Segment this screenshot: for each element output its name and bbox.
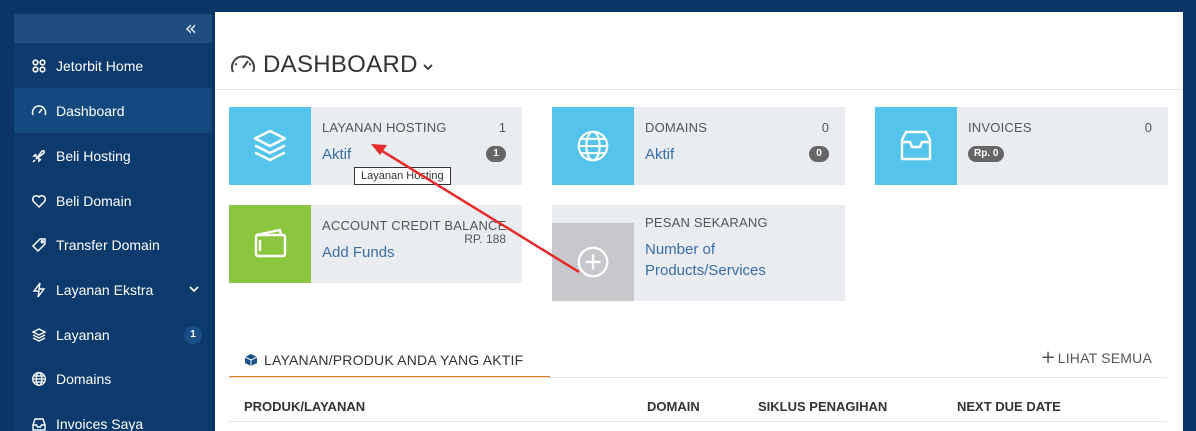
chevron-down-icon [423,64,433,71]
title-divider [215,89,1183,90]
speedometer-icon [231,55,255,73]
sidebar-item-layanan[interactable]: Layanan 1 [14,312,212,357]
column-header-billing-cycle[interactable]: SIKLUS PENAGIHAN [758,399,887,414]
sidebar-item-beli-hosting[interactable]: Beli Hosting [14,133,212,178]
status-badge: 0 [809,146,829,162]
globe-icon [31,371,47,387]
double-chevron-left-icon: « [184,16,197,40]
tile-invoices[interactable]: INVOICES 0 Rp. 0 [875,107,1168,185]
aktif-link[interactable]: Aktif [322,146,351,163]
globe-icon [552,107,634,185]
plus-icon: + [1040,347,1056,368]
column-header-next-due-date[interactable]: NEXT DUE DATE [957,399,1061,414]
layers-icon [31,327,47,343]
column-header-product[interactable]: PRODUK/LAYANAN [244,399,365,414]
page-title[interactable]: DASHBOARD [229,50,434,80]
sidebar-item-jetorbit-home[interactable]: Jetorbit Home [14,43,212,88]
inbox-icon [875,107,957,185]
tab-active-services[interactable]: LAYANAN/PRODUK ANDA YANG AKTIF [229,344,550,378]
sidebar-item-label: Transfer Domain [56,236,160,253]
sidebar-item-label: Beli Domain [56,192,132,209]
page-title-text: DASHBOARD [263,51,418,78]
tile-count: 0 [821,120,829,135]
tile-domains[interactable]: DOMAINS 0 Aktif 0 [552,107,845,185]
order-link-line1[interactable]: Number of [645,241,715,258]
see-all-link[interactable]: + LIHAT SEMUA [1040,347,1152,368]
plus-circle-icon [552,223,634,301]
sidebar-item-label: Layanan [56,326,110,343]
tile-title: INVOICES [968,120,1032,135]
order-link-line2[interactable]: Products/Services [645,262,766,279]
wallet-icon [229,205,311,283]
sidebar-item-label: Jetorbit Home [56,57,144,74]
sidebar-item-layanan-ekstra[interactable]: Layanan Ekstra [14,267,212,312]
credit-balance: RP. 188 [464,232,506,246]
inbox-icon [31,416,47,431]
count-badge: 1 [184,326,202,344]
sidebar-item-label: Domains [56,370,112,387]
rocket-icon [31,148,47,164]
tooltip: Layanan Hosting [354,167,451,185]
sidebar-collapse-button[interactable]: « [14,14,212,43]
tile-title: PESAN SEKARANG [645,215,768,230]
heart-icon [31,193,47,209]
section-divider [229,377,1167,378]
tile-title: LAYANAN HOSTING [322,120,447,135]
tile-count: 0 [1144,120,1152,135]
tile-title: DOMAINS [645,120,708,135]
tile-pesan-sekarang[interactable]: PESAN SEKARANG Number of Products/Servic… [552,205,845,301]
bolt-icon [31,282,47,298]
cube-icon [244,354,258,366]
speedometer-icon [31,103,47,119]
tile-account-credit[interactable]: ACCOUNT CREDIT BALANCE RP. 188 Add Funds [229,205,522,283]
sidebar-item-domains[interactable]: Domains [14,356,212,401]
amount-badge: Rp. 0 [968,146,1005,162]
sidebar-item-transfer-domain[interactable]: Transfer Domain [14,222,212,267]
sidebar-item-invoices-saya[interactable]: Invoices Saya [14,401,212,431]
main-content: DASHBOARD LAYANAN HOSTING 1 Aktif 1 DOMA… [215,12,1183,431]
tile-count: 1 [498,120,506,135]
sidebar-item-label: Beli Hosting [56,147,131,164]
chevron-down-icon [188,282,200,294]
sidebar-item-label: Layanan Ekstra [56,281,154,298]
cluster-icon [31,58,47,74]
sidebar-item-dashboard[interactable]: Dashboard [14,88,212,133]
sidebar-item-beli-domain[interactable]: Beli Domain [14,178,212,223]
sidebar-item-label: Dashboard [56,102,125,119]
aktif-link[interactable]: Aktif [645,146,674,163]
column-header-domain[interactable]: DOMAIN [647,399,700,414]
tab-label: LAYANAN/PRODUK ANDA YANG AKTIF [264,352,524,368]
sidebar: « Jetorbit Home Dashboard Beli Hosting B… [14,14,212,431]
layers-icon [229,107,311,185]
see-all-label: LIHAT SEMUA [1057,349,1152,366]
status-badge: 1 [486,146,506,162]
sidebar-item-label: Invoices Saya [56,415,144,431]
tag-icon [31,237,47,253]
add-funds-link[interactable]: Add Funds [322,244,395,261]
tile-title: ACCOUNT CREDIT BALANCE [322,218,507,233]
table-divider [229,421,1167,422]
